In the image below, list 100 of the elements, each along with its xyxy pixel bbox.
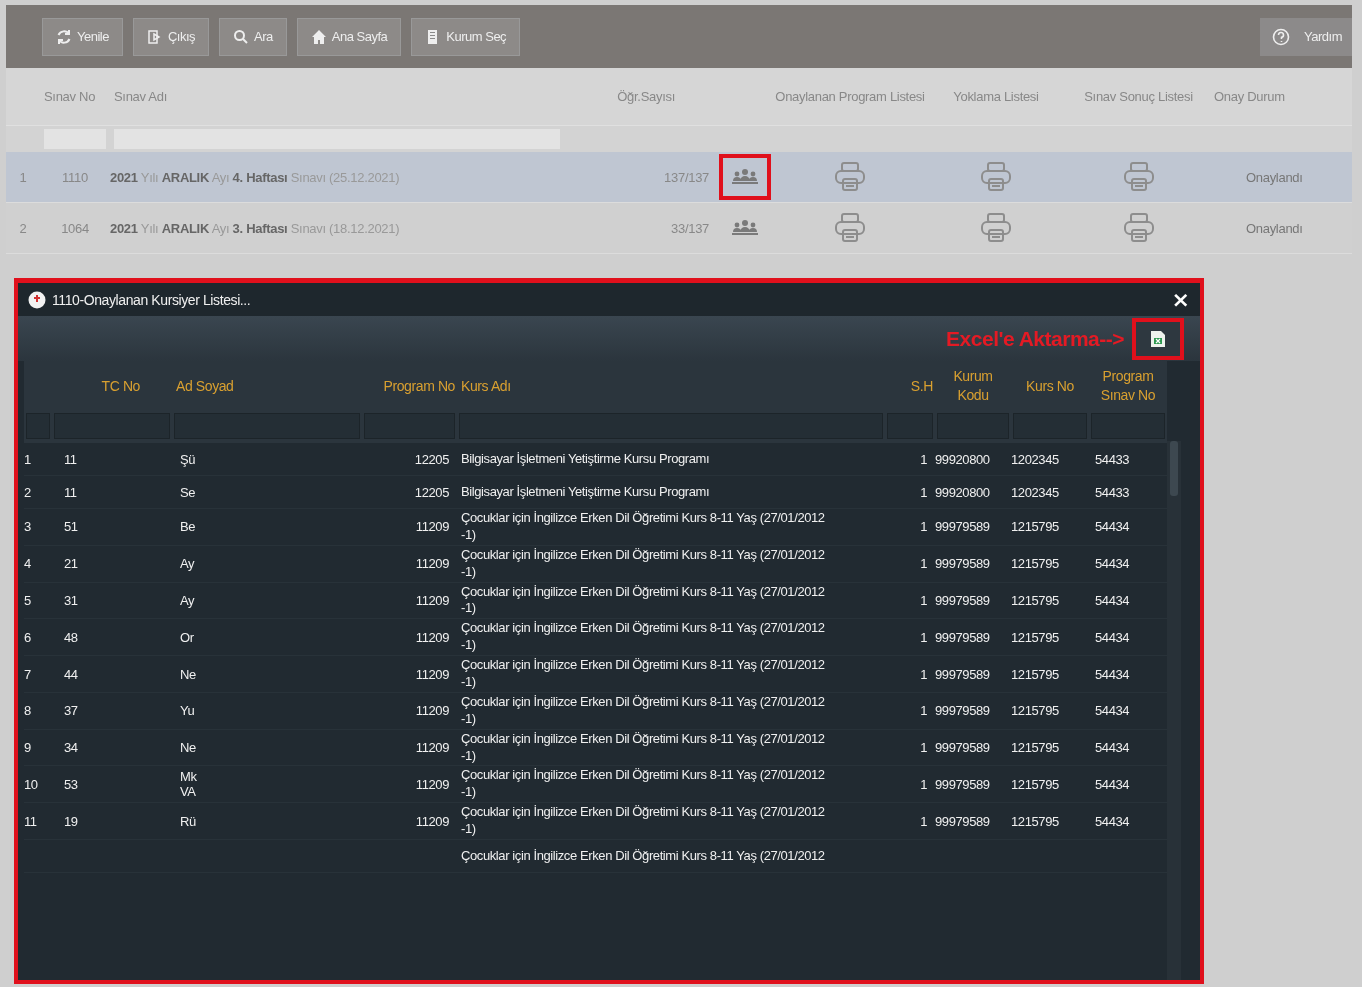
table-cell-text: 1 [919,451,928,467]
table-cell-text: Çocuklar için İngilizce Erken Dil Öğretimi Kurs 8-11 Yaş (27/01/2012 [460,847,826,865]
table-cell-text: Mk VA [179,769,198,800]
table-cell-text: 99920800 [935,451,991,467]
table-cell-text: 99979589 [935,776,991,792]
table-cell-text: 21 [63,556,79,572]
refresh-icon [56,28,72,45]
scrollbar-thumb[interactable] [1170,441,1178,496]
table-cell-text: 137/137 [663,169,710,185]
column-header: Onaylanan Program Listesi [775,89,925,104]
toolbar-button[interactable]: Çıkış [132,17,210,56]
table-cell-text: 54434 [1094,740,1131,756]
logo-icon [28,290,46,309]
table-cell-text: 1 [919,740,928,756]
column-header: Program No [382,376,456,396]
table-cell-text: Or [179,629,195,645]
table-cell-text: 34 [63,740,79,756]
column-header: S.H [909,376,934,396]
table-cell-text: Be [179,519,197,535]
table-cell-text: 51 [63,519,79,535]
table-cell-text: Çocuklar için İngilizce Erken Dil Öğretimi Kurs 8-11 Yaş (27/01/2012 -1) [460,546,826,581]
table-cell-text: 99979589 [935,629,991,645]
table-cell-text: 37 [63,703,79,719]
table-cell-text: 1215795 [1011,813,1060,829]
table-cell-text: 1 [919,776,928,792]
table-cell-text: 1 [919,556,928,572]
table-cell-text: 19 [63,813,79,829]
toolbar-button[interactable]: Ara [219,17,287,56]
row-number: 5 [24,592,32,608]
table-cell-text: Yu [179,703,196,719]
table-cell-text: Bilgisayar İşletmeni Yetiştirme Kursu Programı [460,483,711,501]
printer-icon[interactable] [833,161,867,193]
table-cell-text: 1 [919,629,928,645]
home-icon [310,28,327,45]
table-cell-text: 1215795 [1011,666,1060,682]
table-cell-text: Çocuklar için İngilizce Erken Dil Öğretimi Kurs 8-11 Yaş (27/01/2012 -1) [460,804,826,839]
table-cell-text: 54433 [1094,484,1131,500]
table-cell-text: 1064 [60,220,90,236]
table-cell-text: Çocuklar için İngilizce Erken Dil Öğretimi Kurs 8-11 Yaş (27/01/2012 -1) [460,693,826,728]
table-cell-text: 11209 [414,592,450,608]
table-cell-text: 54434 [1094,556,1131,572]
table-cell-text: 2021 Yılı ARALIK Ayı 4. Haftası Sınavı (25.12.2021) [110,169,401,185]
table-cell-text: 1215795 [1011,629,1060,645]
table-cell-text: 1215795 [1011,703,1060,719]
table-cell-text: 1 [919,519,928,535]
toolbar-button[interactable]: Kurum Seç [411,17,521,56]
printer-icon[interactable] [1121,212,1156,244]
table-cell-text: 11209 [414,776,450,792]
table-cell-text: 1 [919,666,928,682]
table-cell-text: 1215795 [1011,740,1060,756]
table-cell-text: 11209 [414,813,450,829]
table-cell-text: 99979589 [935,519,991,535]
table-cell-text: 99979589 [935,556,991,572]
table-cell-text: Çocuklar için İngilizce Erken Dil Öğretimi Kurs 8-11 Yaş (27/01/2012 -1) [460,510,826,544]
table-cell-text: Onaylandı [1245,220,1304,236]
column-header: Onay Durum [1213,89,1286,104]
search-icon [233,28,250,45]
table-cell-text: 1 [919,703,928,719]
row-number: 1 [18,169,28,185]
annotation-label: Excel'e Aktarma--> [946,326,1124,351]
table-cell-text: 12205 [413,451,450,467]
table-cell-text: 53 [63,776,79,792]
toolbar-button[interactable]: Yenile [42,17,123,56]
column-header: TC No [100,376,141,396]
dialog-title: 1110-Onaylanan Kursiyer Listesi... [52,291,251,308]
column-header: Kurs Adı [460,376,512,396]
table-cell-text: Çocuklar için İngilizce Erken Dil Öğretimi Kurs 8-11 Yaş (27/01/2012 -1) [460,657,826,691]
table-cell-text: 44 [63,666,79,682]
row-number: 1 [24,451,32,467]
table-cell-text: Onaylandı [1245,169,1304,185]
row-number: 11 [24,813,38,829]
row-number: 7 [24,666,32,682]
table-cell-text: 31 [63,592,79,608]
table-cell-text: 11209 [414,556,450,572]
table-cell-text: 1215795 [1011,592,1060,608]
table-cell-text: 11209 [414,703,450,719]
scrollbar[interactable] [1167,441,1181,980]
help-button[interactable]: Yardım [1260,17,1352,56]
people-icon[interactable] [730,168,760,186]
table-cell-text: 54434 [1094,776,1131,792]
row-number: 2 [18,220,28,236]
row-number: 6 [24,629,32,645]
row-number: 3 [24,519,32,535]
printer-icon[interactable] [833,212,867,244]
row-number: 10 [24,776,39,792]
close-button[interactable]: × [1171,288,1190,311]
table-cell-text: Çocuklar için İngilizce Erken Dil Öğretimi Kurs 8-11 Yaş (27/01/2012 -1) [460,730,826,765]
column-header: Sınav Adı [113,89,168,104]
printer-icon[interactable] [979,212,1013,244]
export-button[interactable] [1132,317,1184,360]
table-cell-text: 1 [919,592,928,608]
table-cell-text: 1202345 [1011,484,1060,500]
table-cell-text: 1110 [61,169,89,185]
table-cell-text: 11209 [414,740,450,756]
table-row[interactable]: 1 1110 2021 Yılı ARALIK Ayı 4. Haftası Sınavı (25.12.2021) 137/137 Onaylandı [6,152,1352,203]
printer-icon[interactable] [1121,161,1156,193]
printer-icon[interactable] [979,161,1013,193]
table-cell-text: 99979589 [935,592,991,608]
people-icon[interactable] [730,219,760,237]
toolbar-button[interactable]: Ana Sayfa [296,17,402,56]
